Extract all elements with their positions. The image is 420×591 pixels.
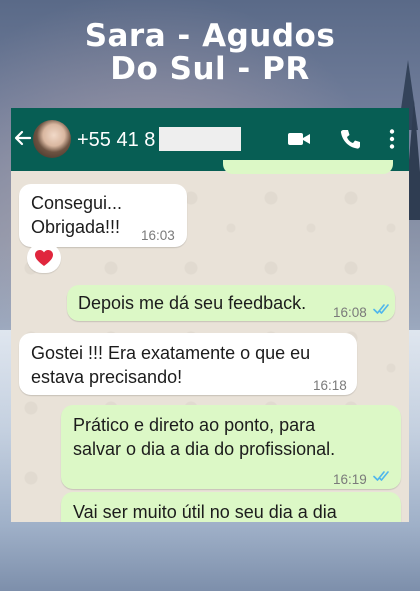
- heart-icon: [35, 250, 53, 266]
- message-bubble-incoming[interactable]: Gostei !!! Era exatamente o que eu estav…: [19, 333, 357, 395]
- headline-name: Sara - Agudos: [84, 18, 336, 54]
- message-reaction[interactable]: [27, 243, 61, 273]
- message-text: Gostei !!! Era exatamente o que eu: [31, 343, 311, 363]
- message-text: estava precisando!: [31, 367, 183, 387]
- contact-number[interactable]: +55 41 8: [77, 129, 155, 152]
- previous-message-edge: [223, 160, 393, 174]
- testimonial-headline: Sara - Agudos Do Sul - PR: [0, 20, 420, 86]
- message-text: Depois me dá seu feedback.: [78, 293, 307, 313]
- back-arrow-icon[interactable]: [13, 128, 33, 148]
- more-options-icon[interactable]: [387, 128, 397, 150]
- headline-location: Do Sul - PR: [110, 51, 310, 87]
- video-call-icon[interactable]: [287, 130, 311, 148]
- chat-screenshot: +55 41 8 Consegui... Obrigada!!! 16:03 D…: [11, 108, 409, 522]
- message-time: 16:19: [333, 472, 367, 487]
- message-bubble-outgoing[interactable]: Vai ser muito útil no seu dia a dia: [61, 492, 401, 522]
- avatar[interactable]: [33, 120, 71, 158]
- message-time: 16:03: [141, 228, 175, 243]
- message-bubble-outgoing[interactable]: Depois me dá seu feedback. 16:08: [67, 285, 395, 321]
- message-time: 16:08: [333, 305, 367, 320]
- message-time: 16:18: [313, 378, 347, 393]
- message-text: Vai ser muito útil no seu dia a dia: [73, 502, 337, 522]
- redacted-number-block: [159, 127, 241, 151]
- read-ticks-icon: [373, 471, 389, 481]
- message-text: Prático e direto ao ponto, para: [73, 415, 316, 435]
- voice-call-icon[interactable]: [339, 128, 361, 150]
- message-text: salvar o dia a dia do profissional.: [73, 439, 336, 459]
- message-bubble-incoming[interactable]: Consegui... Obrigada!!! 16:03: [19, 184, 187, 247]
- message-bubble-outgoing[interactable]: Prático e direto ao ponto, para salvar o…: [61, 405, 401, 489]
- read-ticks-icon: [373, 304, 389, 314]
- message-text: Consegui...: [31, 193, 123, 213]
- message-text: Obrigada!!!: [31, 217, 121, 237]
